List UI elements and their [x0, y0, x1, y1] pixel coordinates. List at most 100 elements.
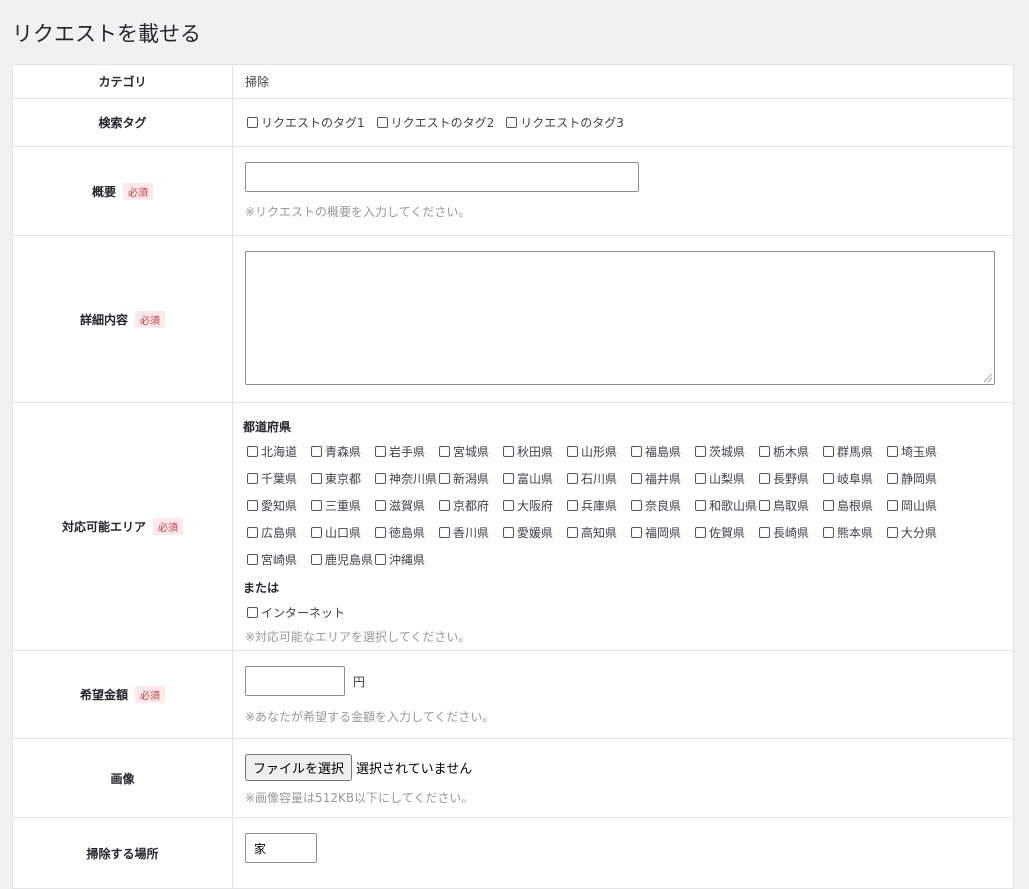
prefecture-checkbox[interactable]: 島根県 — [823, 497, 887, 514]
prefecture-checkbox[interactable]: 茨城県 — [695, 443, 759, 460]
checkbox-icon[interactable] — [759, 500, 770, 511]
prefecture-checkbox[interactable]: 山梨県 — [695, 470, 759, 487]
prefecture-checkbox[interactable]: 愛媛県 — [503, 524, 567, 541]
checkbox-icon[interactable] — [311, 527, 322, 538]
checkbox-icon[interactable] — [311, 473, 322, 484]
prefecture-checkbox[interactable]: 北海道 — [247, 443, 311, 460]
prefecture-checkbox[interactable]: 福岡県 — [631, 524, 695, 541]
prefecture-checkbox[interactable]: 千葉県 — [247, 470, 311, 487]
checkbox-icon[interactable] — [439, 527, 450, 538]
checkbox-icon[interactable] — [375, 473, 386, 484]
checkbox-icon[interactable] — [375, 446, 386, 457]
checkbox-icon[interactable] — [247, 473, 258, 484]
prefecture-checkbox[interactable]: 新潟県 — [439, 470, 503, 487]
checkbox-icon[interactable] — [247, 607, 258, 618]
checkbox-icon[interactable] — [503, 446, 514, 457]
prefecture-checkbox[interactable]: 鹿児島県 — [311, 551, 375, 568]
prefecture-checkbox[interactable]: 福井県 — [631, 470, 695, 487]
checkbox-icon[interactable] — [759, 473, 770, 484]
checkbox-icon[interactable] — [375, 554, 386, 565]
checkbox-icon[interactable] — [695, 500, 706, 511]
prefecture-checkbox[interactable]: 山形県 — [567, 443, 631, 460]
checkbox-icon[interactable] — [695, 527, 706, 538]
prefecture-checkbox[interactable]: 青森県 — [311, 443, 375, 460]
prefecture-checkbox[interactable]: 香川県 — [439, 524, 503, 541]
checkbox-icon[interactable] — [506, 117, 518, 128]
prefecture-checkbox[interactable]: 宮崎県 — [247, 551, 311, 568]
prefecture-checkbox[interactable]: 大分県 — [887, 524, 951, 541]
checkbox-icon[interactable] — [311, 554, 322, 565]
tag-checkbox[interactable]: リクエストのタグ3 — [506, 114, 624, 131]
checkbox-icon[interactable] — [439, 500, 450, 511]
prefecture-checkbox[interactable]: 熊本県 — [823, 524, 887, 541]
checkbox-icon[interactable] — [823, 446, 834, 457]
checkbox-icon[interactable] — [247, 117, 258, 128]
checkbox-icon[interactable] — [695, 473, 706, 484]
checkbox-icon[interactable] — [759, 527, 770, 538]
internet-checkbox[interactable]: インターネット — [247, 604, 345, 621]
prefecture-checkbox[interactable]: 和歌山県 — [695, 497, 759, 514]
tag-checkbox[interactable]: リクエストのタグ1 — [247, 114, 365, 131]
checkbox-icon[interactable] — [567, 500, 578, 511]
prefecture-checkbox[interactable]: 富山県 — [503, 470, 567, 487]
prefecture-checkbox[interactable]: 福島県 — [631, 443, 695, 460]
choose-file-button[interactable]: ファイルを選択 — [245, 754, 353, 781]
checkbox-icon[interactable] — [247, 446, 258, 457]
resize-handle-icon[interactable] — [984, 374, 992, 382]
checkbox-icon[interactable] — [631, 500, 642, 511]
prefecture-checkbox[interactable]: 滋賀県 — [375, 497, 439, 514]
checkbox-icon[interactable] — [823, 473, 834, 484]
checkbox-icon[interactable] — [247, 527, 258, 538]
prefecture-checkbox[interactable]: 宮城県 — [439, 443, 503, 460]
checkbox-icon[interactable] — [375, 527, 386, 538]
checkbox-icon[interactable] — [311, 446, 322, 457]
prefecture-checkbox[interactable]: 栃木県 — [759, 443, 823, 460]
prefecture-checkbox[interactable]: 高知県 — [567, 524, 631, 541]
checkbox-icon[interactable] — [375, 500, 386, 511]
prefecture-checkbox[interactable]: 長崎県 — [759, 524, 823, 541]
prefecture-checkbox[interactable]: 鳥取県 — [759, 497, 823, 514]
checkbox-icon[interactable] — [247, 500, 258, 511]
prefecture-checkbox[interactable]: 大阪府 — [503, 497, 567, 514]
prefecture-checkbox[interactable]: 神奈川県 — [375, 470, 439, 487]
checkbox-icon[interactable] — [631, 527, 642, 538]
checkbox-icon[interactable] — [376, 117, 388, 128]
checkbox-icon[interactable] — [503, 473, 514, 484]
prefecture-checkbox[interactable]: 山口県 — [311, 524, 375, 541]
prefecture-checkbox[interactable]: 秋田県 — [503, 443, 567, 460]
prefecture-checkbox[interactable]: 石川県 — [567, 470, 631, 487]
checkbox-icon[interactable] — [631, 446, 642, 457]
location-input[interactable]: 家 — [245, 833, 317, 863]
price-input[interactable] — [245, 666, 345, 696]
prefecture-checkbox[interactable]: 奈良県 — [631, 497, 695, 514]
checkbox-icon[interactable] — [311, 500, 322, 511]
prefecture-checkbox[interactable]: 埼玉県 — [887, 443, 951, 460]
prefecture-checkbox[interactable]: 沖縄県 — [375, 551, 439, 568]
prefecture-checkbox[interactable]: 広島県 — [247, 524, 311, 541]
prefecture-checkbox[interactable]: 兵庫県 — [567, 497, 631, 514]
checkbox-icon[interactable] — [887, 446, 898, 457]
prefecture-checkbox[interactable]: 徳島県 — [375, 524, 439, 541]
checkbox-icon[interactable] — [439, 473, 450, 484]
checkbox-icon[interactable] — [567, 527, 578, 538]
checkbox-icon[interactable] — [695, 446, 706, 457]
prefecture-checkbox[interactable]: 岡山県 — [887, 497, 951, 514]
checkbox-icon[interactable] — [823, 527, 834, 538]
details-textarea[interactable] — [245, 251, 995, 385]
prefecture-checkbox[interactable]: 静岡県 — [887, 470, 951, 487]
prefecture-checkbox[interactable]: 三重県 — [311, 497, 375, 514]
prefecture-checkbox[interactable]: 東京都 — [311, 470, 375, 487]
checkbox-icon[interactable] — [823, 500, 834, 511]
checkbox-icon[interactable] — [887, 527, 898, 538]
prefecture-checkbox[interactable]: 京都府 — [439, 497, 503, 514]
checkbox-icon[interactable] — [567, 446, 578, 457]
checkbox-icon[interactable] — [503, 527, 514, 538]
checkbox-icon[interactable] — [439, 446, 450, 457]
checkbox-icon[interactable] — [247, 554, 258, 565]
checkbox-icon[interactable] — [887, 473, 898, 484]
prefecture-checkbox[interactable]: 佐賀県 — [695, 524, 759, 541]
prefecture-checkbox[interactable]: 長野県 — [759, 470, 823, 487]
checkbox-icon[interactable] — [567, 473, 578, 484]
prefecture-checkbox[interactable]: 愛知県 — [247, 497, 311, 514]
summary-input[interactable] — [245, 162, 639, 192]
